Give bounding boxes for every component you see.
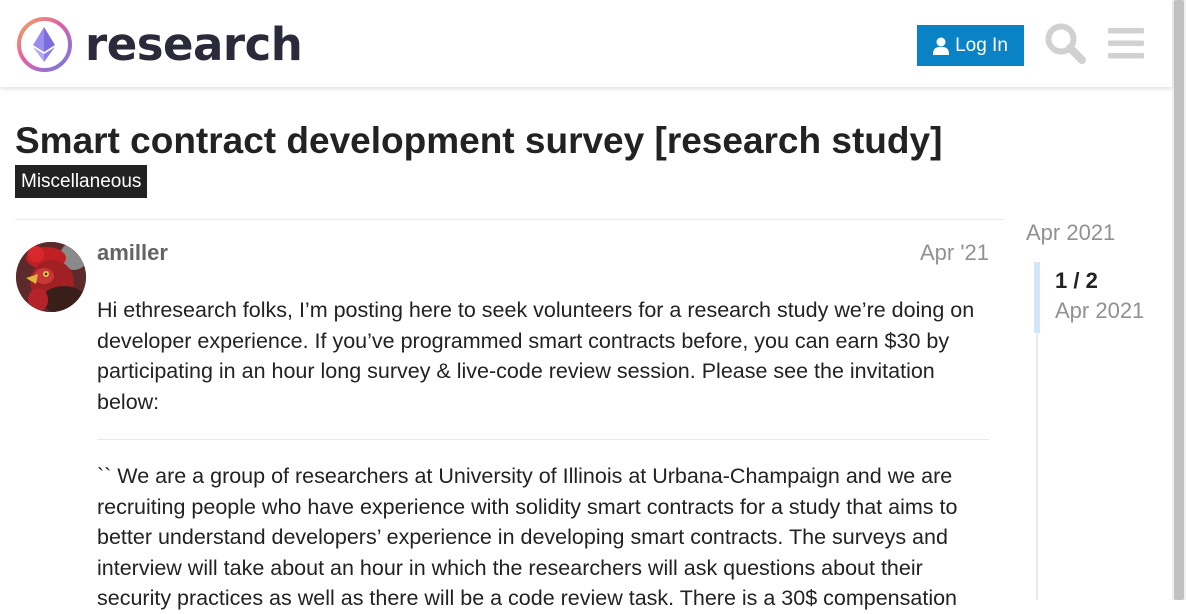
rooster-avatar-image bbox=[16, 242, 86, 312]
timeline-current-date: Apr 2021 bbox=[1055, 298, 1145, 323]
category-badge[interactable]: Miscellaneous bbox=[15, 165, 148, 198]
user-icon bbox=[933, 37, 950, 55]
site-title: research bbox=[85, 18, 303, 71]
post-paragraph: Hi ethresearch folks, I’m posting here t… bbox=[97, 298, 975, 414]
search-button[interactable] bbox=[1044, 22, 1086, 64]
menu-button[interactable] bbox=[1106, 24, 1146, 64]
divider bbox=[15, 219, 1004, 220]
site-header: research Log In bbox=[0, 0, 1172, 87]
post-body: Hi ethresearch folks, I’m posting here t… bbox=[97, 295, 989, 614]
post-date[interactable]: Apr '21 bbox=[920, 240, 989, 266]
post-paragraph: `` We are a group of researchers at Univ… bbox=[97, 464, 958, 610]
hamburger-menu-icon bbox=[1108, 28, 1144, 59]
site-logo[interactable]: research bbox=[16, 16, 303, 73]
timeline-post-count: 1 / 2 bbox=[1055, 268, 1098, 293]
avatar[interactable] bbox=[16, 242, 86, 312]
timeline-scroll-handle[interactable] bbox=[1034, 262, 1040, 333]
topic-title[interactable]: Smart contract development survey [resea… bbox=[15, 118, 942, 164]
ethereum-research-logo-icon bbox=[17, 17, 72, 72]
post-divider bbox=[97, 439, 989, 440]
post-username[interactable]: amiller bbox=[97, 240, 168, 266]
search-icon bbox=[1045, 23, 1086, 64]
scrollbar-thumb[interactable] bbox=[1174, 0, 1184, 600]
timeline-start-date[interactable]: Apr 2021 bbox=[1026, 220, 1115, 246]
login-button[interactable]: Log In bbox=[917, 25, 1024, 66]
login-button-label: Log In bbox=[955, 34, 1008, 56]
